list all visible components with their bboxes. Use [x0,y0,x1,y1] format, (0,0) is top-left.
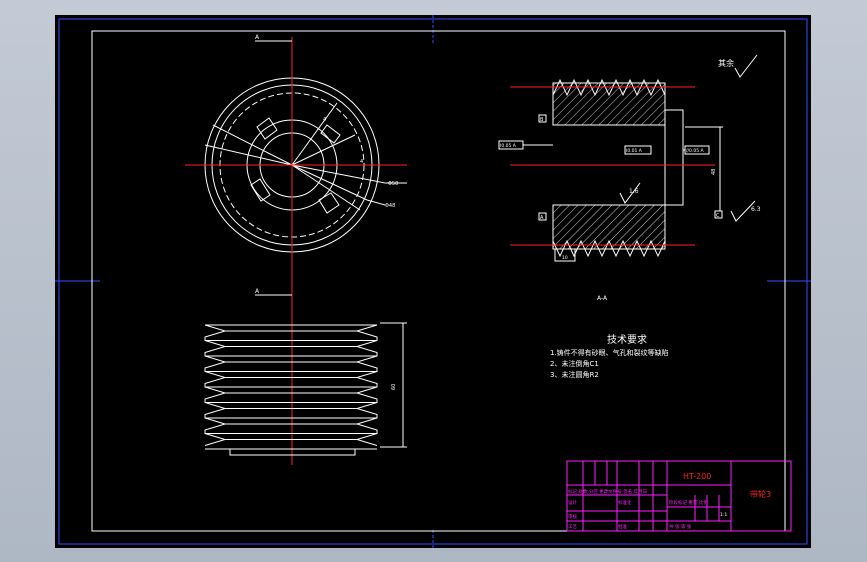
slot-top-left [256,117,278,140]
standardization-label: 标准化 [618,499,632,506]
section-view [498,54,758,262]
roughness-side-label: 6.3 [751,206,761,213]
drawing-sheet[interactable]: 4 4 Φ50 Φ48 A A 60 Ⅰ0.05 A Ⅰ0.01 A //0.0… [55,15,811,548]
dim-dia-lower: Φ48 [385,203,395,209]
approve-label: 批准 [618,523,627,530]
tol-center-text: Ⅰ0.01 A [626,148,643,154]
cad-viewport[interactable]: 4 4 Φ50 Φ48 A A 60 Ⅰ0.05 A Ⅰ0.01 A //0.0… [0,0,867,562]
radial-line-2 [212,124,293,166]
groove-profile-left [204,324,227,446]
outer-frame [58,18,808,545]
roughness-remaining [734,54,758,78]
stage-header: 阶段标记 重量 比例 [669,499,708,506]
part-name-label: 带轮3 [750,489,771,499]
datum-b-label: B [540,117,544,123]
drawing-canvas: 4 4 Φ50 Φ48 A A 60 Ⅰ0.05 A Ⅰ0.01 A //0.0… [55,15,811,548]
tech-req-item-1: 1.铸件不得有砂眼、气孔和裂纹等缺陷 [550,348,669,357]
tech-req-title: 技术要求 [607,333,647,346]
section-title: A-A [597,295,608,302]
remaining-surface-label: 其余 [718,58,734,68]
groove-profile-right [355,324,378,446]
tol-right-text: //0.05 A [686,148,704,154]
title-row-header: 标记 处数 分区 更改文件号 签名 年月日 [568,488,647,495]
section-label-top: A [255,34,260,41]
sheet-info: 共 张 第 张 [669,523,692,530]
side-view [204,324,378,456]
section-bottom-hatch [552,204,666,250]
datum-c-label: C [716,213,720,219]
slot-angle-label: 4 [323,117,326,123]
hub-extension [664,109,684,206]
radial-line-1 [204,144,293,166]
slot-top-right [320,124,341,144]
designer-label: 设计 [568,499,577,506]
datum-a-label: A [540,215,544,221]
slot-bottom-right [318,192,340,214]
process-label: 工艺 [568,524,577,530]
tol-left-text: Ⅰ0.05 A [500,143,517,149]
tech-req-item-2: 2、未注倒角C1 [550,359,599,368]
inner-frame [91,30,786,532]
material-label: HT-200 [683,472,711,481]
height-dim-label: 60 [391,384,397,390]
slot-width-label: 4 [360,159,363,165]
vertical-dim-label: 48 [711,169,717,175]
tech-req-item-3: 3、未注圆角R2 [550,370,599,379]
roughness-bore-label: 1.6 [629,188,639,195]
section-label-bottom: A [255,288,260,295]
reviewer-label: 审核 [568,513,577,520]
dim-dia-right: Φ50 [388,181,398,187]
scale-label: 1:1 [720,512,727,518]
bore-dim-label: 10 [562,255,568,261]
